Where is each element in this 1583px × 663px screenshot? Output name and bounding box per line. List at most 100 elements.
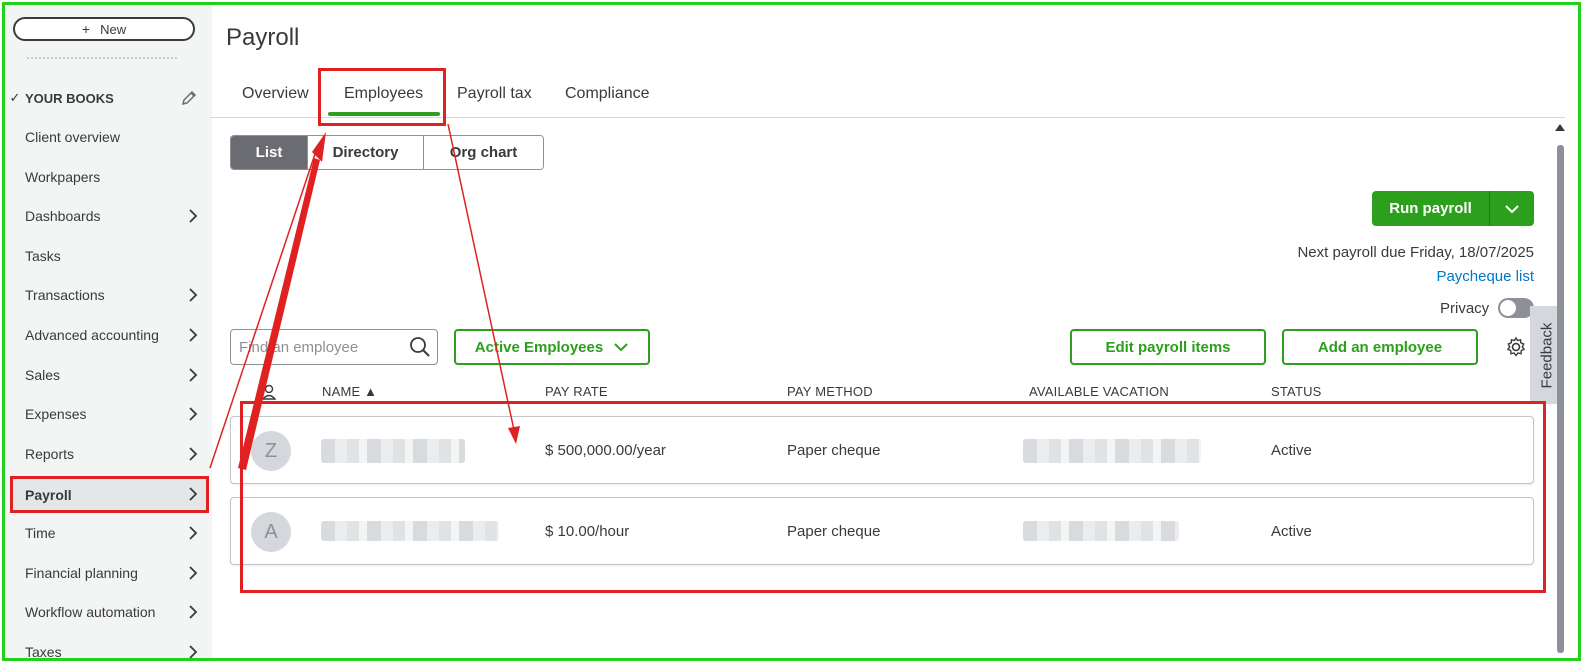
chevron-right-icon xyxy=(186,406,200,425)
sidebar-item-tasks[interactable]: Tasks xyxy=(5,240,212,272)
sidebar-item-label: Client overview xyxy=(25,129,120,145)
page-title: Payroll xyxy=(226,24,300,51)
sidebar-item-expenses[interactable]: Expenses xyxy=(5,398,212,430)
sidebar-item-sales[interactable]: Sales xyxy=(5,359,212,391)
privacy-label: Privacy xyxy=(1440,300,1490,317)
chevron-down-icon xyxy=(1505,204,1519,213)
sidebar-item-label: Payroll xyxy=(25,486,72,503)
run-payroll-dropdown[interactable] xyxy=(1490,191,1534,226)
sidebar-item-label: Reports xyxy=(25,446,75,462)
scrollbar[interactable] xyxy=(1557,145,1564,653)
scroll-up-arrow[interactable] xyxy=(1555,124,1565,131)
your-books-label: YOUR BOOKS xyxy=(25,90,114,106)
pay-rate-cell: $ 500,000.00/year xyxy=(545,442,666,459)
edit-payroll-items-button[interactable]: Edit payroll items xyxy=(1070,329,1266,365)
scrolled-item-hint xyxy=(27,53,177,59)
active-employees-filter[interactable]: Active Employees xyxy=(454,329,650,365)
status-cell: Active xyxy=(1271,523,1312,540)
tab-employees[interactable]: Employees xyxy=(344,80,423,108)
sidebar-item-label: Taxes xyxy=(25,644,62,658)
employee-search xyxy=(230,329,438,365)
next-payroll-due: Next payroll due Friday, 18/07/2025 xyxy=(1297,244,1534,261)
person-icon xyxy=(261,384,277,405)
check-icon: ✓ xyxy=(9,90,21,105)
add-employee-button[interactable]: Add an employee xyxy=(1282,329,1478,365)
search-input[interactable] xyxy=(239,336,404,358)
redacted-vacation xyxy=(1023,439,1201,463)
run-payroll-label: Run payroll xyxy=(1372,191,1490,226)
sidebar-item-taxes[interactable]: Taxes xyxy=(5,636,212,658)
sidebar-item-label: Transactions xyxy=(25,287,105,303)
status-cell: Active xyxy=(1271,442,1312,459)
sidebar-item-label: Sales xyxy=(25,367,61,383)
column-header-pay-rate[interactable]: PAY RATE xyxy=(545,384,608,399)
plus-icon: + xyxy=(81,21,91,37)
sidebar-item-label: Workflow automation xyxy=(25,604,156,620)
view-list-button[interactable]: List xyxy=(231,136,307,169)
pencil-icon[interactable] xyxy=(180,89,198,110)
gear-icon[interactable] xyxy=(1505,336,1527,363)
sidebar-item-label: Time xyxy=(25,525,56,541)
chevron-right-icon xyxy=(186,486,200,505)
avatar: Z xyxy=(251,431,291,471)
your-books-header[interactable]: ✓ YOUR BOOKS xyxy=(5,87,212,109)
privacy-toggle[interactable] xyxy=(1498,298,1534,318)
chevron-right-icon xyxy=(186,644,200,658)
sidebar-item-payroll[interactable]: Payroll xyxy=(10,476,209,513)
redacted-name xyxy=(321,521,499,541)
sidebar-item-label: Dashboards xyxy=(25,208,101,224)
search-icon[interactable] xyxy=(409,336,431,363)
redacted-name xyxy=(321,439,465,463)
pay-rate-cell: $ 10.00/hour xyxy=(545,523,630,540)
chevron-right-icon xyxy=(186,287,200,306)
toggle-knob xyxy=(1500,300,1516,316)
chevron-right-icon xyxy=(186,446,200,465)
new-button[interactable]: + New xyxy=(13,17,195,41)
run-payroll-button[interactable]: Run payroll xyxy=(1372,191,1534,226)
view-org-chart-button[interactable]: Org chart xyxy=(423,136,543,169)
column-header-status[interactable]: STATUS xyxy=(1271,384,1322,399)
active-tab-indicator xyxy=(328,112,440,116)
sidebar-item-client-overview[interactable]: Client overview xyxy=(5,121,212,153)
sidebar-item-label: Tasks xyxy=(25,248,61,264)
pay-method-cell: Paper cheque xyxy=(787,523,881,540)
sidebar-item-dashboards[interactable]: Dashboards xyxy=(5,200,212,232)
tab-overview[interactable]: Overview xyxy=(242,80,309,108)
sidebar-item-workflow-automation[interactable]: Workflow automation xyxy=(5,596,212,628)
pay-method-cell: Paper cheque xyxy=(787,442,881,459)
column-header-available-vacation[interactable]: AVAILABLE VACATION xyxy=(1029,384,1169,399)
table-row[interactable]: A $ 10.00/hour Paper cheque Active xyxy=(230,497,1534,565)
new-button-label: New xyxy=(100,21,127,37)
sidebar-item-workpapers[interactable]: Workpapers xyxy=(5,161,212,193)
chevron-down-icon xyxy=(614,343,628,352)
chevron-right-icon xyxy=(186,565,200,584)
view-switcher: List Directory Org chart xyxy=(230,135,544,170)
add-employee-label: Add an employee xyxy=(1317,338,1443,356)
chevron-right-icon xyxy=(186,604,200,623)
avatar: A xyxy=(251,512,291,552)
chevron-right-icon xyxy=(186,367,200,386)
sidebar-item-label: Financial planning xyxy=(25,565,138,581)
sidebar-item-financial-planning[interactable]: Financial planning xyxy=(5,557,212,589)
paycheque-list-link[interactable]: Paycheque list xyxy=(1436,268,1534,285)
filter-label: Active Employees xyxy=(474,338,604,356)
sidebar-item-time[interactable]: Time xyxy=(5,517,212,549)
view-directory-button[interactable]: Directory xyxy=(307,136,423,169)
sidebar: + New ✓ YOUR BOOKS Client overview Workp… xyxy=(5,5,212,658)
sidebar-item-reports[interactable]: Reports xyxy=(5,438,212,470)
tab-compliance[interactable]: Compliance xyxy=(565,80,649,108)
tabs-divider xyxy=(210,117,1565,118)
chevron-right-icon xyxy=(186,525,200,544)
sidebar-item-label: Expenses xyxy=(25,406,87,422)
feedback-label: Feedback xyxy=(1538,322,1556,388)
edit-payroll-items-label: Edit payroll items xyxy=(1105,338,1231,356)
column-header-name[interactable]: NAME ▲ xyxy=(322,384,377,399)
redacted-vacation xyxy=(1023,521,1179,541)
sidebar-item-advanced-accounting[interactable]: Advanced accounting xyxy=(5,319,212,351)
sidebar-item-label: Workpapers xyxy=(25,169,101,185)
tab-payroll-tax[interactable]: Payroll tax xyxy=(457,80,532,108)
table-row[interactable]: Z $ 500,000.00/year Paper cheque Active xyxy=(230,416,1534,484)
chevron-right-icon xyxy=(186,208,200,227)
sidebar-item-transactions[interactable]: Transactions xyxy=(5,279,212,311)
column-header-pay-method[interactable]: PAY METHOD xyxy=(787,384,873,399)
